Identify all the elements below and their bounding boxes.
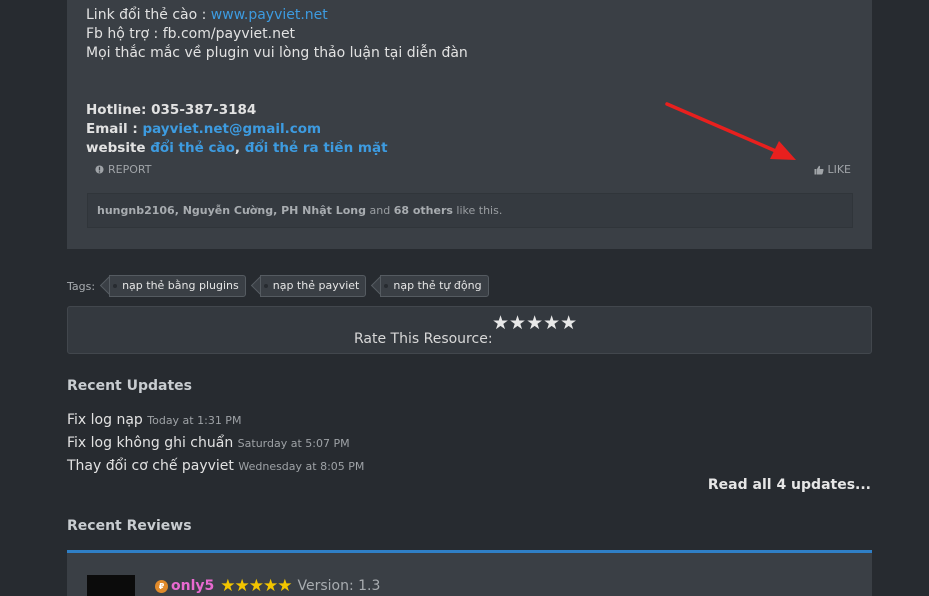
read-all-updates-link[interactable]: Read all 4 updates... [708,477,871,493]
tags-row: Tags: nạp thẻ bằng plugins nạp thẻ payvi… [67,275,489,297]
update-time: Today at 1:31 PM [147,414,242,427]
update-item: Fix log nạp Today at 1:31 PM [67,409,364,432]
email-link[interactable]: payviet.net@gmail.com [142,121,321,137]
post-line-forum: Mọi thắc mắc về plugin vui lòng thảo luậ… [86,45,468,61]
tags-label: Tags: [67,279,96,293]
update-time: Wednesday at 8:05 PM [238,460,365,473]
post-body: Link đổi thẻ cào : www.payviet.net Fb hộ… [86,6,468,63]
website-link-doi-the-cao[interactable]: đổi thẻ cào [150,140,235,156]
contact-info: Hotline: 035-387-3184 Email : payviet.ne… [86,101,388,158]
rating-stars-input[interactable]: ★★★★★ [492,312,577,334]
website-link-doi-the-ra-tien-mat[interactable]: đổi thẻ ra tiền mặt [245,140,388,156]
recent-reviews-title: Recent Reviews [67,518,192,534]
recent-updates-list: Fix log nạp Today at 1:31 PM Fix log khô… [67,409,364,478]
tag-item[interactable]: nạp thẻ tự động [380,275,489,297]
website-line: website đổi thẻ cào, đổi thẻ ra tiền mặt [86,140,388,156]
tag-icon [263,284,268,288]
report-label: REPORT [108,163,152,176]
update-item: Fix log không ghi chuẩn Saturday at 5:07… [67,432,364,455]
post-line-fb: Fb hộ trợ : fb.com/payviet.net [86,26,296,42]
tag-icon [113,284,118,288]
update-item: Thay đổi cơ chế payviet Wednesday at 8:0… [67,455,364,478]
reviews-box: ₽ only5 ★★★★★ Version: 1.3 [67,550,872,596]
like-label: LIKE [827,163,851,176]
hotline: Hotline: 035-387-3184 [86,102,257,118]
review-username[interactable]: ₽ only5 [155,578,214,594]
rate-resource-box: ★★★★★ Rate This Resource: [67,306,872,354]
tag-icon [384,284,389,288]
recent-updates-title: Recent Updates [67,378,192,394]
update-link[interactable]: Fix log không ghi chuẩn [67,435,233,451]
update-link[interactable]: Thay đổi cơ chế payviet [67,458,234,474]
rate-label: Rate This Resource: [354,331,493,347]
tag-item[interactable]: nạp thẻ payviet [259,275,367,297]
post-card: Link đổi thẻ cào : www.payviet.net Fb hộ… [67,0,872,249]
review-header: ₽ only5 ★★★★★ Version: 1.3 [155,576,380,596]
post-line-link: Link đổi thẻ cào : www.payviet.net [86,7,328,23]
like-button[interactable]: LIKE [814,163,851,176]
email-line: Email : payviet.net@gmail.com [86,121,322,137]
tag-item[interactable]: nạp thẻ bằng plugins [109,275,246,297]
payviet-link[interactable]: www.payviet.net [211,7,328,23]
report-icon [95,165,104,174]
review-version: Version: 1.3 [297,578,381,594]
update-link[interactable]: Fix log nạp [67,412,143,428]
report-button[interactable]: REPORT [95,163,151,176]
review-stars: ★★★★★ [220,576,292,596]
avatar[interactable] [87,575,135,596]
user-badge-icon: ₽ [155,579,168,593]
likes-summary: hungnb2106, Nguyễn Cường, PH Nhật Long a… [87,193,853,228]
likes-others[interactable]: 68 others [394,204,453,217]
update-time: Saturday at 5:07 PM [237,437,350,450]
thumbs-up-icon [814,165,825,174]
likes-users[interactable]: hungnb2106, Nguyễn Cường, PH Nhật Long [97,204,366,217]
